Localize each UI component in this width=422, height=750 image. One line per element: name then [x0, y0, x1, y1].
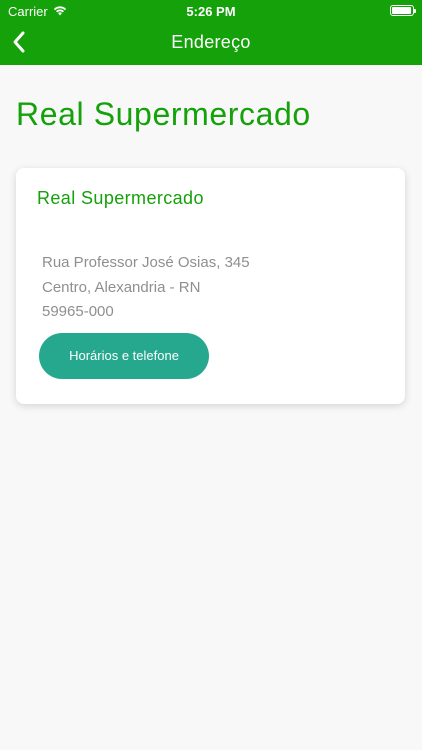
nav-title: Endereço [171, 32, 251, 52]
store-name: Real Supermercado [37, 188, 204, 208]
store-card: Real Supermercado Rua Professor José Osi… [16, 168, 405, 404]
postal-code: 59965-000 [42, 303, 114, 320]
address-line-2: Centro, Alexandria - RN [42, 279, 201, 296]
status-time: 5:26 PM [186, 4, 236, 19]
hours-and-phone-button[interactable]: Horários e telefone [39, 333, 209, 379]
page-title: Real Supermercado [16, 96, 311, 132]
top-bar: Carrier 5:26 PM Endereço [0, 0, 422, 65]
navigation-bar: Endereço [0, 22, 422, 65]
battery-icon [390, 5, 416, 16]
status-bar: Carrier 5:26 PM [0, 0, 422, 22]
address-line-1: Rua Professor José Osias, 345 [42, 254, 250, 271]
